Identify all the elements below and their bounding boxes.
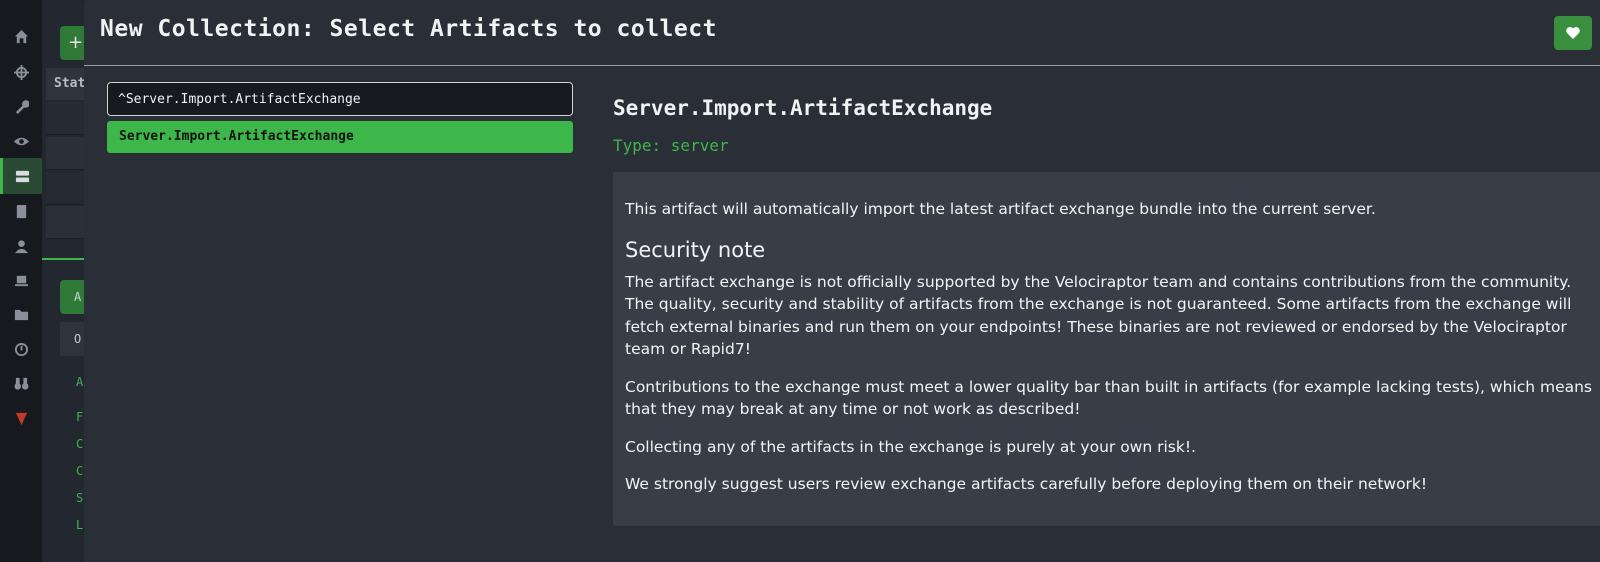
wrench-icon[interactable]	[0, 88, 42, 124]
background-divider	[42, 258, 90, 260]
description-paragraph: Collecting any of the artifacts in the e…	[625, 437, 1196, 456]
background-text: F	[76, 410, 84, 424]
eye-icon[interactable]	[0, 123, 42, 159]
binoculars-icon[interactable]	[0, 365, 42, 401]
server-icon[interactable]	[0, 158, 42, 194]
artifact-name: Server.Import.ArtifactExchange	[613, 96, 993, 120]
description-paragraph: Contributions to the exchange must meet …	[625, 377, 1593, 419]
favorite-button[interactable]	[1554, 16, 1592, 50]
folder-icon[interactable]	[0, 296, 42, 332]
artifact-list-item[interactable]: Server.Import.ArtifactExchange	[107, 121, 573, 153]
background-text: A	[76, 375, 84, 389]
sidebar	[0, 0, 42, 562]
history-icon[interactable]	[0, 331, 42, 367]
background-text: C	[76, 437, 84, 451]
velociraptor-logo-icon[interactable]	[0, 400, 42, 436]
modal-header: New Collection: Select Artifacts to coll…	[84, 0, 1600, 66]
new-collection-modal: New Collection: Select Artifacts to coll…	[84, 0, 1600, 562]
background-text: L	[76, 518, 84, 532]
background-text: S	[76, 491, 84, 505]
user-icon[interactable]	[0, 228, 42, 264]
laptop-icon[interactable]	[0, 262, 42, 298]
modal-title: New Collection: Select Artifacts to coll…	[100, 16, 717, 42]
description-paragraph: We strongly suggest users review exchang…	[625, 475, 1428, 493]
crosshair-icon[interactable]	[0, 54, 42, 90]
artifact-description: This artifact will automatically import …	[613, 172, 1600, 526]
description-paragraph: The artifact exchange is not officially …	[625, 272, 1572, 359]
home-icon[interactable]	[0, 18, 42, 54]
artifact-type: Type: server	[613, 136, 729, 155]
description-intro: This artifact will automatically import …	[625, 200, 1376, 218]
heart-icon	[1566, 27, 1580, 39]
background-page: + Stat A O A F C C S L	[42, 0, 90, 562]
book-icon[interactable]	[0, 193, 42, 229]
background-text: C	[76, 464, 84, 478]
artifact-search-input[interactable]	[107, 82, 573, 116]
security-note-heading: Security note	[625, 237, 766, 262]
